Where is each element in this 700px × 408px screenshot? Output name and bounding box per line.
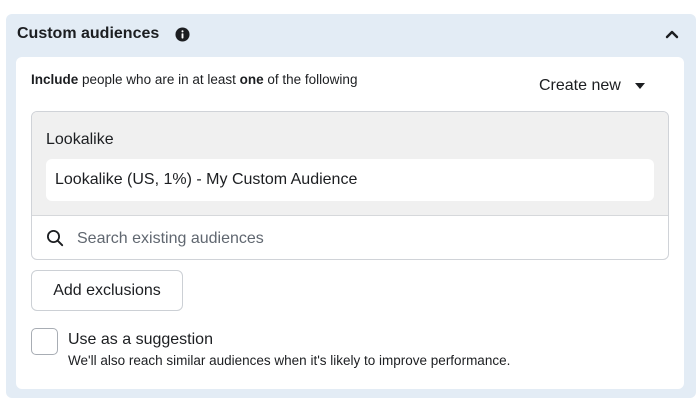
collapse-button[interactable] [662, 25, 682, 45]
search-row [32, 217, 668, 259]
use-as-suggestion-checkbox[interactable] [31, 328, 58, 355]
add-exclusions-button[interactable]: Add exclusions [31, 270, 183, 311]
caret-down-icon [634, 83, 645, 89]
search-audiences-input[interactable] [77, 225, 647, 253]
audience-selector: Lookalike Lookalike (US, 1%) - My Custom… [31, 111, 669, 260]
audience-card: Include people who are in at least one o… [16, 57, 684, 389]
include-text-middle: people who are in at least [78, 72, 240, 87]
include-description: Include people who are in at least one o… [31, 72, 357, 87]
search-icon [46, 229, 64, 247]
suggestion-help-text: We'll also reach similar audiences when … [68, 353, 511, 368]
include-bold: Include [31, 72, 79, 87]
include-text-suffix: of the following [263, 72, 358, 87]
info-icon[interactable] [175, 27, 190, 42]
lookalike-section-label: Lookalike [46, 131, 114, 148]
lookalike-section: Lookalike Lookalike (US, 1%) - My Custom… [32, 112, 668, 216]
include-count: one [239, 72, 264, 87]
selected-audience-item[interactable]: Lookalike (US, 1%) - My Custom Audience [46, 159, 654, 201]
panel-title: Custom audiences [17, 25, 160, 42]
panel-header[interactable]: Custom audiences [6, 14, 696, 56]
create-new-label: Create new [539, 77, 621, 94]
custom-audiences-panel: Custom audiences Include people who are … [6, 14, 696, 398]
chevron-up-icon [665, 26, 679, 44]
suggestion-label[interactable]: Use as a suggestion [68, 331, 213, 349]
create-new-dropdown[interactable]: Create new [539, 77, 645, 95]
